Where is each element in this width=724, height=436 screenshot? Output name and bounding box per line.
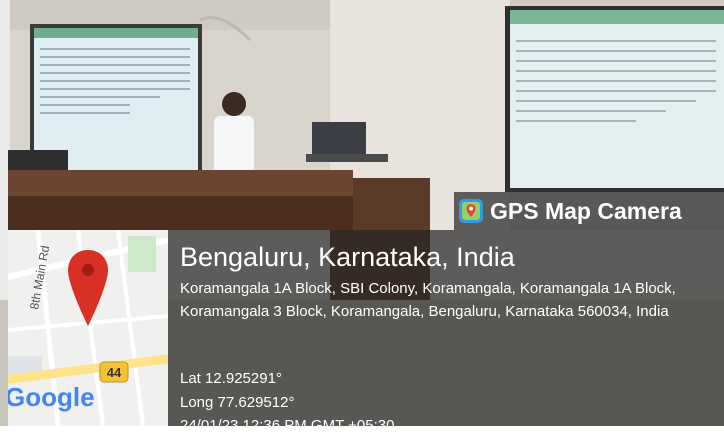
location-info-panel: Bengaluru, Karnataka, India Koramangala … <box>168 230 724 434</box>
route-shield-label: 44 <box>107 365 122 380</box>
location-address: Koramangala 1A Block, SBI Colony, Korama… <box>180 280 676 320</box>
gps-map-camera-badge: GPS Map Camera <box>454 192 724 230</box>
google-logo: Google <box>8 382 95 412</box>
latitude: Lat 12.925291° <box>180 370 282 387</box>
projection-screen-right <box>505 6 724 192</box>
location-title: Bengaluru, Karnataka, India <box>180 242 515 272</box>
photo-border <box>0 426 724 436</box>
location-map: 44 8th Main Rd Google <box>8 230 168 426</box>
map-tiles: 44 8th Main Rd Google <box>8 230 168 426</box>
route-shield: 44 <box>99 361 129 383</box>
map-camera-icon <box>459 199 483 223</box>
longitude: Long 77.629512° <box>180 394 295 411</box>
app-name: GPS Map Camera <box>490 197 682 224</box>
